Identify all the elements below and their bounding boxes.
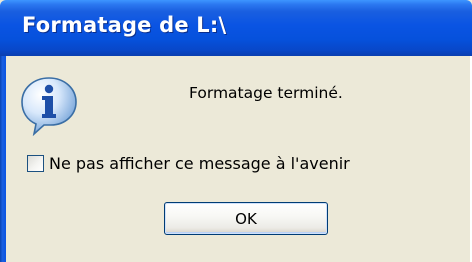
window-title: Formatage de L:\ [22, 13, 227, 37]
ok-button[interactable]: OK [164, 202, 328, 235]
window-left-border [0, 56, 6, 262]
dont-show-again-label[interactable]: Ne pas afficher ce message à l'avenir [49, 154, 350, 173]
info-icon [21, 77, 77, 136]
dont-show-again-checkbox[interactable] [27, 154, 44, 172]
dont-show-again-option[interactable]: Ne pas afficher ce message à l'avenir [27, 150, 350, 176]
message-text: Formatage terminé. [189, 84, 343, 102]
title-bar[interactable]: Formatage de L:\ [0, 0, 472, 56]
dialog-window: Formatage de L:\ Formatage terminé. Ne p… [0, 0, 472, 262]
